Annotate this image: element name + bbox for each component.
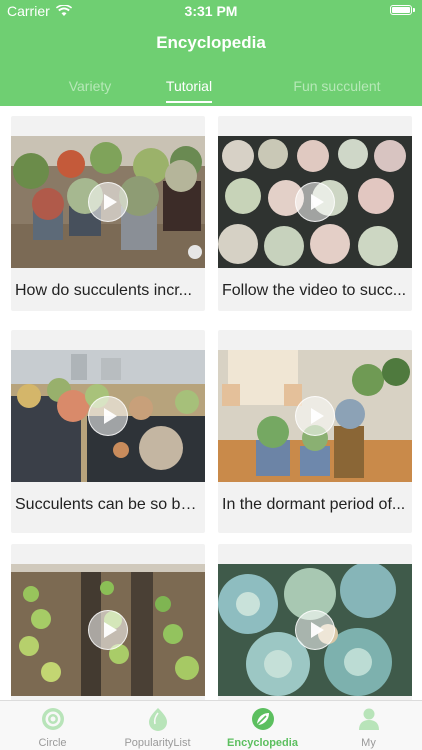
play-icon[interactable] — [88, 182, 128, 222]
play-icon[interactable] — [295, 610, 335, 650]
play-icon[interactable] — [88, 396, 128, 436]
play-icon[interactable] — [295, 396, 335, 436]
nav-label-popularitylist: PopularityList — [124, 737, 191, 749]
page-title: Encyclopedia — [156, 33, 266, 52]
clock-time: 3:31 PM — [184, 3, 238, 19]
nav-item-popularitylist[interactable]: PopularityList — [105, 707, 210, 749]
video-thumbnail[interactable] — [218, 350, 412, 482]
app-header: Carrier 3:31 PM Encyclopedia Variety Tut… — [0, 0, 422, 106]
tab-fun-succulent[interactable]: Fun succulent — [267, 78, 407, 94]
video-thumbnail[interactable] — [218, 136, 412, 268]
video-title[interactable]: Follow the video to succ... — [222, 282, 408, 300]
video-thumbnail[interactable] — [11, 564, 205, 696]
active-tab-indicator — [166, 101, 212, 103]
play-icon[interactable] — [295, 182, 335, 222]
bottom-tab-bar: Circle PopularityList Encyclopedia My — [0, 700, 422, 750]
leaf-icon — [251, 708, 274, 730]
status-bar: Carrier 3:31 PM — [0, 0, 422, 22]
battery-icon — [390, 5, 415, 15]
video-title[interactable]: Succulents can be so be... — [15, 496, 201, 514]
video-card[interactable]: In the dormant period of... — [218, 330, 412, 533]
video-thumbnail[interactable] — [11, 136, 205, 268]
video-thumbnail[interactable] — [11, 350, 205, 482]
tab-tutorial[interactable]: Tutorial — [119, 78, 259, 94]
nav-label-my: My — [361, 737, 376, 749]
video-card[interactable] — [218, 544, 412, 700]
video-card[interactable]: Succulents can be so be... — [11, 330, 205, 533]
video-thumbnail[interactable] — [218, 564, 412, 696]
video-card[interactable] — [11, 544, 205, 700]
video-card[interactable]: How do succulents incr... — [11, 116, 205, 311]
category-tabs: Variety Tutorial Fun succulent — [0, 74, 422, 106]
play-icon[interactable] — [88, 610, 128, 650]
video-title[interactable]: In the dormant period of... — [222, 496, 408, 514]
circle-icon — [41, 708, 64, 730]
nav-label-circle: Circle — [38, 737, 67, 749]
person-icon — [358, 708, 379, 730]
nav-item-encyclopedia[interactable]: Encyclopedia — [210, 707, 315, 749]
leaf-drop-icon — [148, 708, 167, 731]
nav-item-circle[interactable]: Circle — [0, 707, 105, 749]
video-title[interactable]: How do succulents incr... — [15, 282, 201, 300]
video-card[interactable]: Follow the video to succ... — [218, 116, 412, 311]
nav-item-my[interactable]: My — [316, 707, 421, 749]
video-grid[interactable]: How do succulents incr... Follow the vid… — [0, 106, 422, 700]
nav-label-encyclopedia: Encyclopedia — [227, 737, 298, 749]
